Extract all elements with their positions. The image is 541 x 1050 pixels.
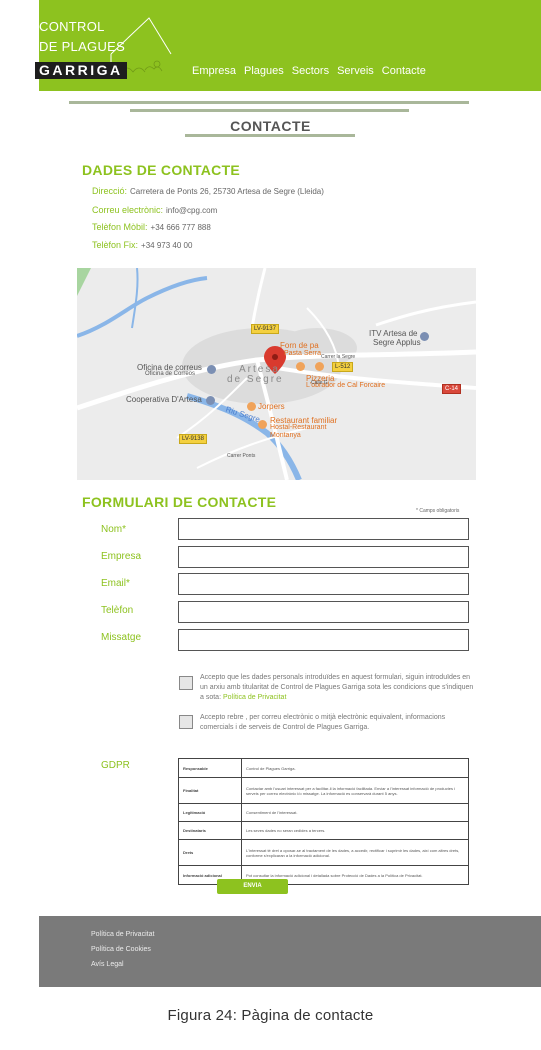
nom-input[interactable]: [178, 518, 469, 540]
gdpr-row-value: Consentiment de l'interessat.: [241, 803, 469, 822]
label-email: Email*: [101, 578, 130, 589]
gdpr-row-value: Les seves dades no seran cedides a terce…: [241, 821, 469, 840]
restaurant-icon[interactable]: [315, 362, 324, 371]
contact-landline-value[interactable]: +34 973 40 00: [141, 241, 192, 250]
map-label-oficina-sub: Oficina de Correos: [145, 371, 196, 377]
gdpr-row-header: Responsable: [178, 758, 242, 778]
logo-text-plagues: DE PLAGUES: [39, 39, 126, 54]
map-label-jorpers[interactable]: Jorpers: [258, 402, 285, 411]
contact-mobile-label: Telèfon Mòbil:: [92, 222, 148, 232]
privacy-consent-checkbox[interactable]: [179, 676, 193, 690]
empresa-input[interactable]: [178, 546, 469, 568]
road-lv9138: LV-9138: [179, 434, 207, 444]
restaurant-icon[interactable]: [296, 362, 305, 371]
map-label-carrer-segre: Carrer la Segre: [321, 354, 356, 360]
map-label-restaurant-sub2: Montanya: [270, 432, 301, 439]
road-c14: C-14: [442, 384, 462, 394]
gdpr-row-header: Legitimació: [178, 803, 242, 822]
contact-address-label: Direcció:: [92, 186, 128, 196]
site-header: CONTROL DE PLAGUES GARRIGA Empresa Plagu…: [35, 0, 541, 91]
road-l512: L-512: [332, 362, 354, 372]
label-missatge: Missatge: [101, 632, 142, 643]
map-label-restaurant-sub: Hostal-Restaurant: [270, 424, 327, 431]
contact-heading: DADES DE CONTACTE: [82, 162, 241, 178]
gdpr-row-header: Destinataris: [178, 821, 242, 840]
map-label-itv[interactable]: ITV Artesa de: [369, 329, 417, 338]
shop-icon[interactable]: [206, 396, 215, 405]
contact-mobile-value[interactable]: +34 666 777 888: [151, 223, 211, 232]
contact-landline: Telèfon Fix: +34 973 40 00: [92, 240, 192, 250]
contact-landline-label: Telèfon Fix:: [92, 240, 139, 250]
label-telefon: Telèfon: [101, 605, 134, 616]
email-input[interactable]: [178, 573, 469, 595]
gdpr-row-value: L'interessat té dret a oposar-se al trac…: [241, 839, 469, 866]
contact-email: Correu electrònic: info@cpg.com: [92, 205, 217, 215]
divider-bar: [130, 109, 409, 112]
divider-bar: [185, 134, 355, 137]
nav-item-empresa[interactable]: Empresa: [192, 65, 236, 77]
map-label-carrer-ponts: Carrer Ponts: [227, 453, 256, 459]
privacy-consent-text: Accepto que les dades personals introduï…: [200, 673, 475, 703]
contact-address: Direcció: Carretera de Ponts 26, 25730 Ar…: [92, 186, 324, 196]
map-town-name-2: de Segre: [227, 374, 284, 385]
telefon-input[interactable]: [178, 601, 469, 623]
gdpr-row-value: Control de Plagues Garriga.: [241, 758, 469, 778]
road-lv9137: LV-9137: [251, 324, 279, 334]
gdpr-row-header: Drets: [178, 839, 242, 866]
gdpr-table: Responsable Control de Plagues Garriga. …: [178, 758, 469, 885]
location-pin-icon[interactable]: [420, 332, 429, 341]
label-nom: Nom*: [101, 524, 127, 535]
nav-item-plagues[interactable]: Plagues: [244, 65, 284, 77]
logo[interactable]: CONTROL DE PLAGUES GARRIGA: [35, 0, 179, 91]
table-row: Destinataris Les seves dades no seran ce…: [178, 821, 469, 840]
submit-button[interactable]: ENVIA: [217, 879, 288, 894]
contact-mobile: Telèfon Mòbil: +34 666 777 888: [92, 222, 211, 232]
gdpr-label: GDPR: [101, 760, 130, 771]
location-map[interactable]: LV-9137 L-512 C-14 LV-9138 Forn de pa Pa…: [77, 268, 476, 480]
table-row: Drets L'interessat té dret a oposar-se a…: [178, 839, 469, 866]
marketing-consent-text: Accepto rebre , per correu electrònic o …: [200, 714, 446, 731]
mail-icon[interactable]: [207, 365, 216, 374]
site-footer: Política de Privacitat Política de Cooki…: [39, 916, 541, 987]
logo-text-control: CONTROL: [39, 19, 105, 34]
gdpr-row-header: Finalitat: [178, 777, 242, 804]
map-label-forn-sub: Pasta Serra: [284, 350, 321, 357]
main-nav: Empresa Plagues Sectors Serveis Contacte: [192, 65, 426, 77]
nav-item-contacte[interactable]: Contacte: [382, 65, 426, 77]
contact-address-value: Carretera de Ponts 26, 25730 Artesa de S…: [130, 187, 324, 196]
figure-caption: Figura 24: Pàgina de contacte: [167, 1007, 374, 1024]
map-label-itv-sub: Segre Applus: [373, 338, 421, 347]
table-row: Responsable Control de Plagues Garriga.: [178, 758, 469, 778]
gdpr-row-value: Contactar amb l'usuari interessat per a …: [241, 777, 469, 804]
map-label-calle: Calle G: [311, 380, 328, 386]
contact-email-label: Correu electrònic:: [92, 205, 164, 215]
marketing-consent-checkbox[interactable]: [179, 715, 193, 729]
nav-item-serveis[interactable]: Serveis: [337, 65, 374, 77]
form-heading: FORMULARI DE CONTACTE: [82, 494, 277, 510]
required-note: * Camps obligatoris: [416, 508, 460, 514]
map-label-cooperativa[interactable]: Cooperativa D'Artesa: [126, 395, 202, 404]
divider-bar: [69, 101, 469, 104]
privacy-policy-link[interactable]: Política de Privacitat: [223, 694, 286, 701]
label-empresa: Empresa: [101, 551, 142, 562]
table-row: Finalitat Contactar amb l'usuari interes…: [178, 777, 469, 804]
logo-text-garriga: GARRIGA: [35, 62, 127, 79]
nav-item-sectors[interactable]: Sectors: [292, 65, 329, 77]
map-label-forn[interactable]: Forn de pa: [280, 341, 319, 350]
missatge-textarea[interactable]: [178, 629, 469, 651]
footer-link-legal[interactable]: Avís Legal: [91, 961, 124, 968]
shop-icon[interactable]: [247, 402, 256, 411]
footer-link-privacy[interactable]: Política de Privacitat: [91, 931, 154, 938]
contact-email-value[interactable]: info@cpg.com: [166, 206, 217, 215]
page-title: CONTACTE: [230, 118, 311, 134]
table-row: Legitimació Consentiment de l'interessat…: [178, 803, 469, 822]
footer-link-cookies[interactable]: Política de Cookies: [91, 946, 151, 953]
